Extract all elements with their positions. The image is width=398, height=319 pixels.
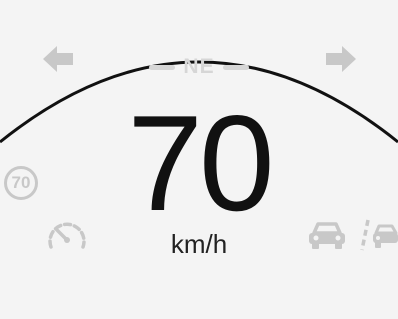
current-speed: 70 [127, 87, 274, 239]
turn-signal-left-icon [43, 46, 73, 72]
turn-signal-right-icon [326, 46, 356, 72]
front-car-icon [309, 222, 345, 249]
instrument-cluster: NE 70 km/h 70 [0, 0, 398, 319]
heading-dash-left [149, 64, 176, 70]
compass-heading: NE [138, 54, 260, 80]
speed-limit-sign: 70 [4, 166, 38, 200]
heading-dash-right [222, 64, 249, 70]
lane-departure-car-icon [360, 219, 398, 251]
speedometer-gauge-icon [48, 222, 86, 249]
heading-label: NE [183, 55, 215, 78]
